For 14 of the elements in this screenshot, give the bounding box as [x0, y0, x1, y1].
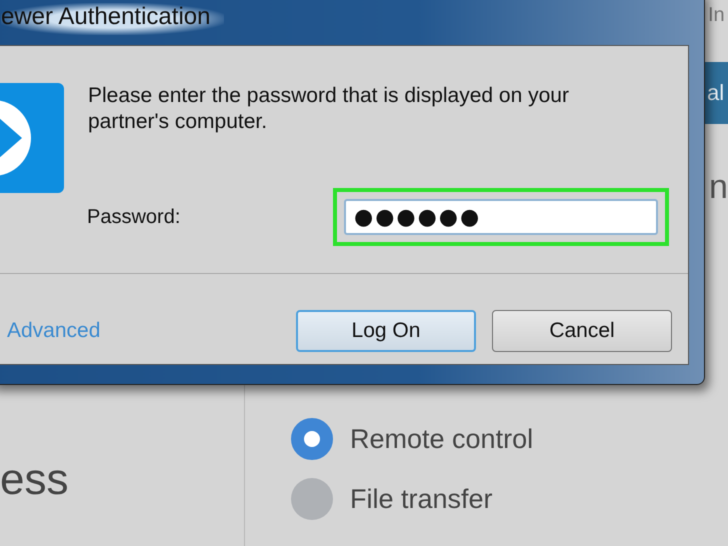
instruction-text: Please enter the password that is displayed on your partner's computer. [88, 83, 570, 135]
option-label[interactable]: Remote control [350, 424, 534, 454]
window-title: In [708, 4, 725, 27]
tab-label[interactable]: al [707, 80, 724, 106]
log-on-button[interactable]: Log On [296, 310, 476, 352]
option-label[interactable]: File transfer [350, 484, 493, 514]
password-field[interactable]: ●●●●●● [344, 199, 658, 235]
heading: n [709, 168, 728, 207]
password-label: Password: [87, 206, 182, 228]
section-label: ess [0, 455, 68, 505]
dialog-title: ewer Authentication [1, 3, 224, 35]
cancel-button[interactable]: Cancel [492, 310, 672, 352]
radio-button[interactable] [291, 418, 333, 460]
radio-button[interactable] [291, 478, 333, 520]
